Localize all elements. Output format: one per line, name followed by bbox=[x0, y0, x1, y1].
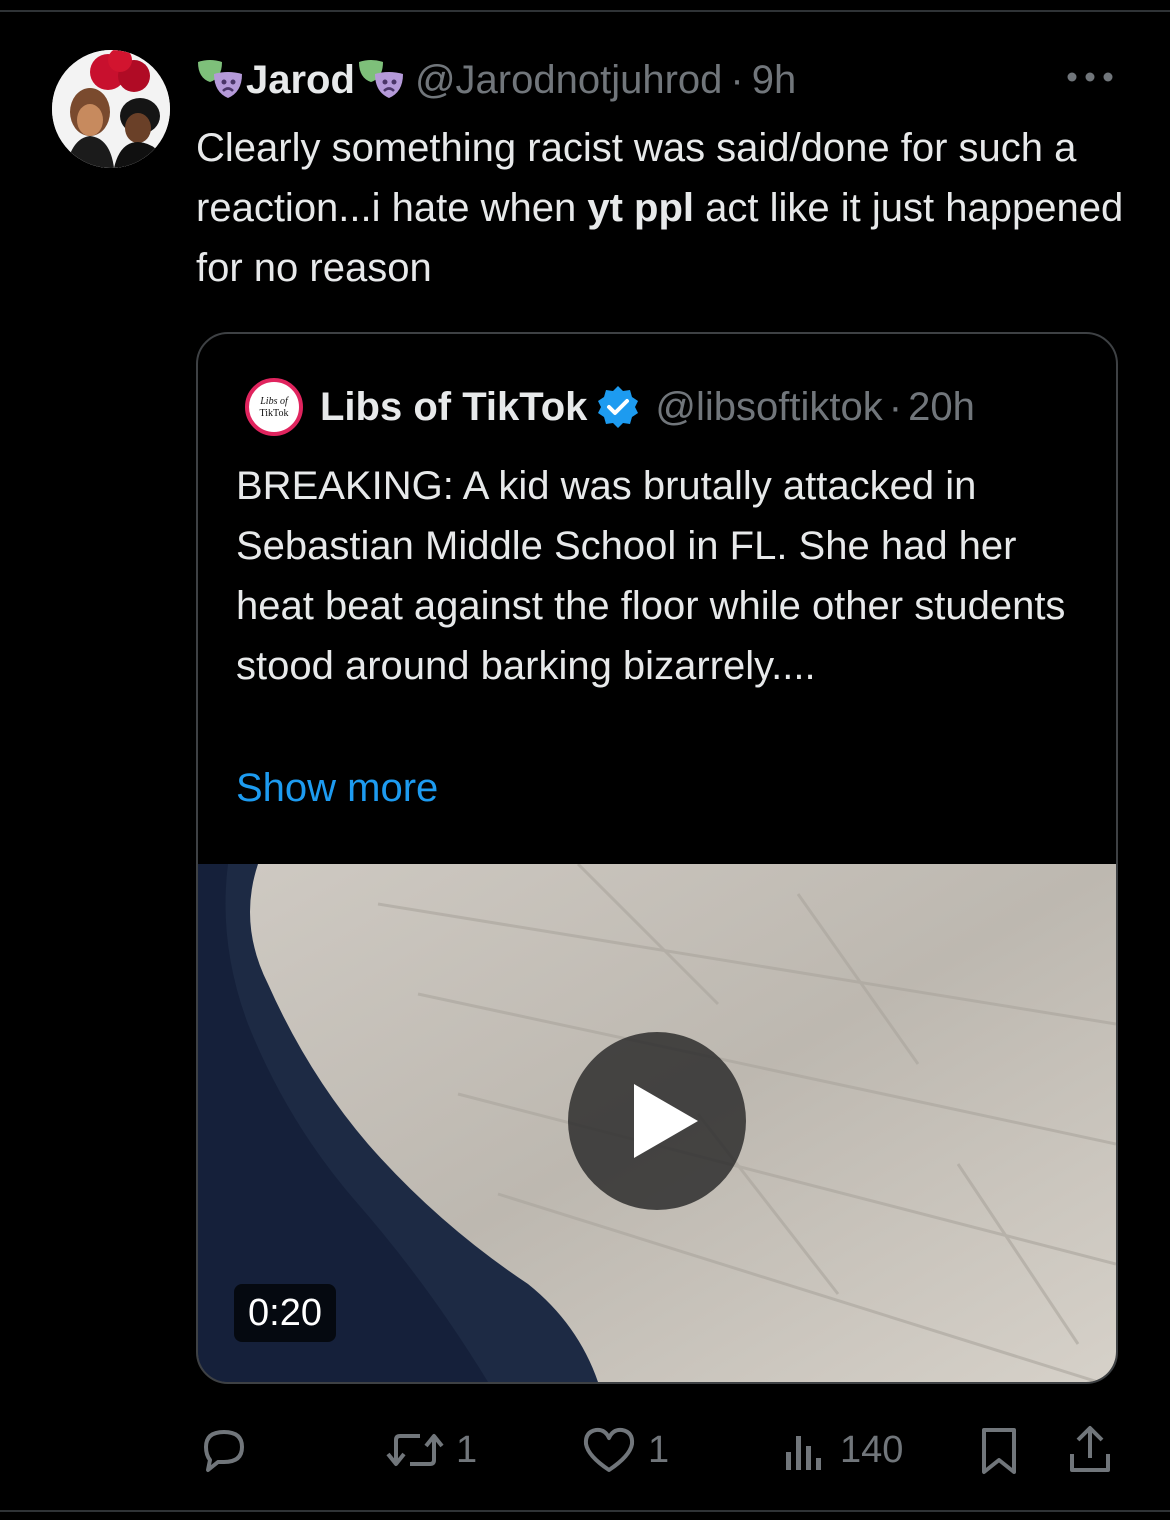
reply-button[interactable] bbox=[196, 1420, 262, 1480]
view-count: 140 bbox=[840, 1428, 904, 1471]
views-button[interactable]: 140 bbox=[780, 1420, 903, 1480]
author-display-name[interactable]: Jarod bbox=[246, 58, 355, 103]
play-button[interactable] bbox=[568, 1032, 746, 1210]
quote-avatar-text1: Libs of bbox=[259, 396, 289, 407]
reply-icon bbox=[204, 1430, 244, 1472]
share-button[interactable] bbox=[1064, 1420, 1116, 1480]
quote-header: Libs of TikTok Libs of TikTok @libsoftik… bbox=[244, 377, 975, 437]
like-button[interactable]: 1 bbox=[580, 1420, 669, 1480]
quote-handle[interactable]: @libsoftiktok bbox=[655, 385, 882, 430]
mask-icon bbox=[196, 56, 244, 104]
verified-icon bbox=[595, 384, 641, 430]
video-duration-badge: 0:20 bbox=[234, 1284, 336, 1342]
bookmark-icon bbox=[982, 1428, 1016, 1474]
mask-icon bbox=[357, 56, 405, 104]
like-count: 1 bbox=[648, 1428, 670, 1471]
tweet-header: Jarod @Jarodnotjuhrod · 9h bbox=[196, 52, 796, 108]
quote-text: BREAKING: A kid was brutally attacked in… bbox=[236, 464, 1066, 688]
top-divider bbox=[0, 10, 1170, 12]
quoted-tweet-card[interactable]: Libs of TikTok Libs of TikTok @libsoftik… bbox=[196, 332, 1118, 1384]
repost-button[interactable]: 1 bbox=[384, 1420, 477, 1480]
tweet-text-bold: yt ppl bbox=[587, 186, 695, 230]
separator-dot: · bbox=[730, 57, 744, 102]
views-icon bbox=[786, 1436, 821, 1470]
quote-avatar[interactable]: Libs of TikTok bbox=[244, 377, 304, 437]
author-handle[interactable]: @Jarodnotjuhrod bbox=[415, 58, 722, 103]
more-icon[interactable] bbox=[1064, 62, 1116, 92]
like-icon bbox=[583, 1427, 635, 1472]
video-player[interactable]: 0:20 bbox=[198, 864, 1116, 1382]
repost-count: 1 bbox=[456, 1428, 478, 1471]
quote-display-name[interactable]: Libs of TikTok bbox=[320, 385, 587, 430]
repost-icon bbox=[386, 1434, 444, 1466]
quote-timestamp[interactable]: 20h bbox=[908, 385, 975, 430]
play-icon bbox=[568, 1032, 746, 1210]
quote-avatar-text2: TikTok bbox=[260, 408, 289, 419]
tweet-text: Clearly something racist was said/done f… bbox=[196, 118, 1136, 298]
tweet-timestamp[interactable]: 9h bbox=[752, 58, 797, 103]
bookmark-button[interactable] bbox=[974, 1420, 1024, 1480]
author-avatar[interactable] bbox=[52, 50, 170, 168]
bottom-divider bbox=[0, 1510, 1170, 1512]
separator-dot: · bbox=[888, 384, 903, 429]
tweet-actions: 1 1 140 bbox=[0, 1420, 1170, 1480]
show-more-link[interactable]: Show more bbox=[236, 758, 438, 818]
share-icon bbox=[1070, 1426, 1110, 1472]
